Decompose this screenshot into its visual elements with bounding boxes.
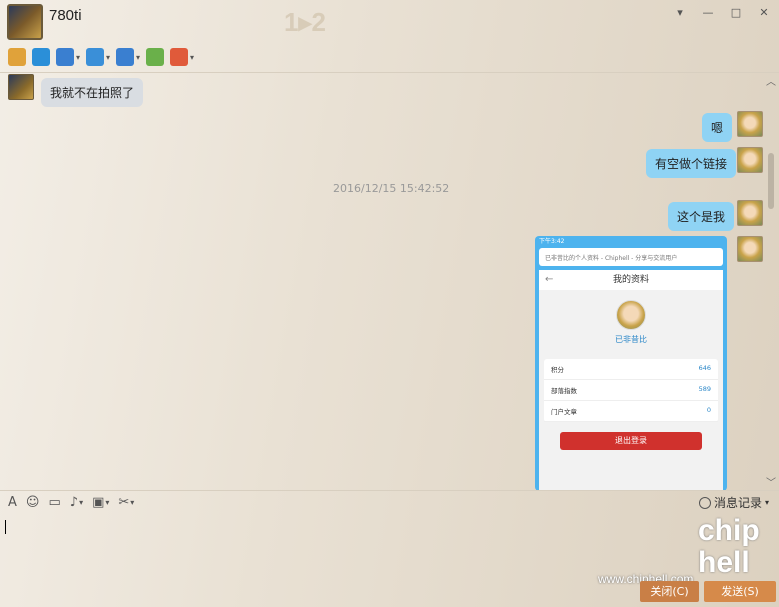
message-bubble: 这个是我 [668,202,735,231]
gif-icon: ▭ [48,495,61,510]
folder-transfer-icon [86,48,105,66]
my-avatar[interactable] [737,111,763,137]
message-timestamp: 2016/12/15 15:42:52 [333,182,450,195]
maximize-icon[interactable]: □ [729,6,743,19]
camera-icon [32,48,50,66]
send-button[interactable]: 发送(S) [704,581,776,602]
emoji-button[interactable]: ☺ [26,495,40,510]
my-avatar[interactable] [737,236,763,262]
scroll-thumb[interactable] [768,153,774,209]
chevron-down-icon: ▾ [764,498,769,507]
message-input[interactable] [0,514,779,578]
apps-grid-icon [170,48,189,66]
chevron-down-icon: ▾ [79,498,84,507]
toolbar-item[interactable] [8,48,26,66]
profile-stat-row: 部落指数 589 [544,380,718,401]
profile-stat-row: 积分 646 [544,359,718,380]
chat-toolbar: ▾ ▾ ▾ ▾ [0,44,194,70]
logout-button-image: 退出登录 [560,432,702,450]
screenshot-header-title: 我的资料 [612,275,649,285]
image-icon: ▣ [92,495,105,510]
toolbar-item[interactable]: ▾ [170,48,194,66]
window-title: 780ti [49,7,82,24]
chevron-down-icon: ▾ [130,498,135,507]
scissors-button[interactable]: ✂ ▾ [118,495,134,510]
close-button[interactable]: 关闭(C) [640,581,699,602]
stat-value: 0 [706,406,711,414]
chevron-down-icon[interactable]: ▾ [190,53,194,62]
menu-dropdown-icon[interactable]: ▾ [673,6,687,19]
chiphell-logo-watermark: chip hell [698,514,760,579]
screenshot-url-bar: 已非昔比的个人资料 - Chiphell - 分享与交流用户 [539,248,723,266]
contact-avatar-small[interactable] [8,74,34,100]
profile-stats: 积分 646 部落指数 589 门户文章 0 [544,359,718,422]
stat-value: 589 [698,385,711,393]
scroll-up-icon[interactable]: ︿ [766,73,776,88]
microphone-icon [8,48,26,66]
profile-avatar [616,300,646,330]
screenshot-status-bar: 下午3:42 [539,238,565,245]
window-controls: ▾ — □ ✕ [673,6,771,19]
back-arrow-icon: ← [545,274,554,285]
profile-username: 已非昔比 [615,335,647,344]
stat-value: 646 [698,364,711,372]
chevron-down-icon[interactable]: ▾ [76,53,80,62]
toolbar-item[interactable]: ▾ [56,48,80,66]
message-bubble: 嗯 [702,113,733,142]
remote-desktop-icon [116,48,135,66]
chat-scrollbar[interactable]: ︿ ﹀ [763,73,779,491]
shared-screenshot[interactable]: 下午3:42 已非昔比的个人资料 - Chiphell - 分享与交流用户 ← … [535,236,727,491]
image-button[interactable]: ▣ ▾ [92,495,109,510]
font-icon: A [8,495,17,510]
message-history-label: 消息记录 [713,496,762,510]
scroll-down-icon[interactable]: ﹀ [766,474,776,489]
text-cursor [5,520,6,534]
clock-icon [698,496,711,509]
voice-icon: ♪ [69,495,79,510]
stat-label: 门户文章 [551,408,577,416]
toolbar-item[interactable]: ▾ [116,48,140,66]
my-avatar[interactable] [737,147,763,173]
screenshot-page: ← 我的资料 已非昔比 积分 646 部落指数 589 门户文章 0 退出登录 [539,270,723,491]
stat-label: 积分 [551,366,564,374]
chat-history[interactable]: 我就不在拍照了 嗯 有空做个链接 2016/12/15 15:42:52 这个是… [0,72,779,491]
message-bubble: 有空做个链接 [646,149,737,178]
font-button[interactable]: A [8,495,17,510]
title-watermark-badge: 1▸2 [284,7,326,37]
message-bubble: 我就不在拍照了 [41,78,144,107]
stat-label: 部落指数 [551,387,577,395]
add-message-icon [146,48,165,66]
screen-share-icon [56,48,74,66]
profile-stat-row: 门户文章 0 [544,401,718,422]
emoji-icon: ☺ [25,495,40,510]
input-toolbar: A ☺ ▭ ♪ ▾ ▣ ▾ ✂ ▾ [0,490,779,514]
voice-button[interactable]: ♪ ▾ [70,495,83,510]
close-icon[interactable]: ✕ [757,6,771,19]
contact-avatar[interactable] [7,4,43,40]
gif-button[interactable]: ▭ [48,495,60,510]
chevron-down-icon[interactable]: ▾ [106,53,110,62]
toolbar-item[interactable]: ▾ [86,48,110,66]
title-bar: 780ti 1▸2 ▾ — □ ✕ [0,0,779,44]
my-avatar[interactable] [737,200,763,226]
chevron-down-icon: ▾ [105,498,110,507]
toolbar-item[interactable] [146,48,165,66]
scissors-icon: ✂ [118,495,130,510]
screenshot-header: ← 我的资料 [539,270,723,290]
chevron-down-icon[interactable]: ▾ [136,53,140,62]
toolbar-item[interactable] [32,48,50,66]
message-history-button[interactable]: 消息记录 ▾ [698,494,769,511]
minimize-icon[interactable]: — [701,6,715,19]
